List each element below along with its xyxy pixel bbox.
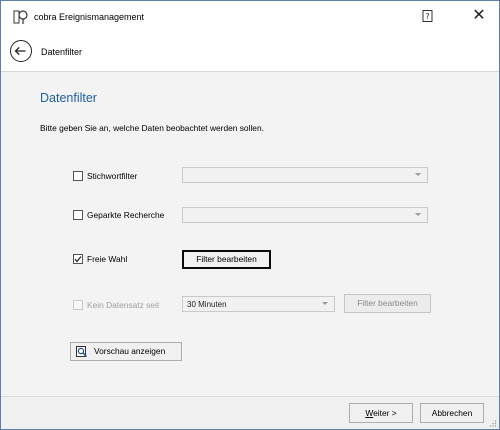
instruction-text: Bitte geben Sie an, welche Daten beobach…: [40, 123, 264, 133]
svg-text:?: ?: [425, 12, 429, 21]
resize-grip-icon[interactable]: [489, 419, 497, 427]
chevron-down-icon: [415, 173, 421, 176]
freie-wahl-filter-button[interactable]: Filter bearbeiten: [182, 250, 271, 269]
next-button-label: eiter >: [373, 408, 397, 418]
window-title: cobra Ereignismanagement: [34, 12, 145, 22]
kein-datensatz-combo-value: 30 Minuten: [187, 300, 227, 309]
next-button-mnemonic: W: [365, 408, 374, 418]
kein-datensatz-checkbox[interactable]: [73, 300, 83, 310]
preview-button[interactable]: Vorschau anzeigen: [70, 342, 182, 361]
kein-datensatz-combo[interactable]: 30 Minuten: [182, 296, 335, 312]
chevron-down-icon: [415, 213, 421, 216]
magnifier-preview-icon: [76, 346, 88, 358]
dialog-footer: Weiter > Abbrechen: [1, 396, 499, 429]
content-area: Datenfilter Bitte geben Sie an, welche D…: [1, 72, 499, 396]
dialog-window: cobra Ereignismanagement ? ✕ Datenfilter…: [0, 0, 500, 430]
page-heading: Datenfilter: [40, 91, 97, 105]
checkmark-icon: [74, 256, 82, 263]
nav-title: Datenfilter: [41, 47, 83, 57]
geparkte-recherche-label: Geparkte Recherche: [87, 210, 165, 220]
stichwortfilter-combo[interactable]: [182, 167, 428, 183]
stichwortfilter-label: Stichwortfilter: [87, 171, 138, 181]
app-icon: [13, 10, 28, 24]
kein-datensatz-label: Kein Datensatz seit: [87, 300, 160, 310]
preview-button-label: Vorschau anzeigen: [94, 346, 166, 356]
next-button[interactable]: Weiter >: [349, 403, 413, 423]
title-bar: cobra Ereignismanagement ? ✕: [1, 1, 499, 31]
kein-datensatz-filter-button[interactable]: Filter bearbeiten: [344, 294, 431, 313]
freie-wahl-checkbox[interactable]: [73, 254, 83, 264]
cancel-button[interactable]: Abbrechen: [420, 403, 484, 423]
close-icon[interactable]: ✕: [471, 8, 487, 24]
help-icon[interactable]: ?: [421, 9, 435, 23]
geparkte-recherche-checkbox[interactable]: [73, 210, 83, 220]
navigation-bar: Datenfilter: [1, 31, 499, 72]
back-arrow-icon[interactable]: [10, 40, 32, 62]
stichwortfilter-checkbox[interactable]: [73, 171, 83, 181]
geparkte-recherche-combo[interactable]: [182, 207, 428, 223]
chevron-down-icon: [322, 302, 328, 305]
freie-wahl-label: Freie Wahl: [87, 254, 128, 264]
